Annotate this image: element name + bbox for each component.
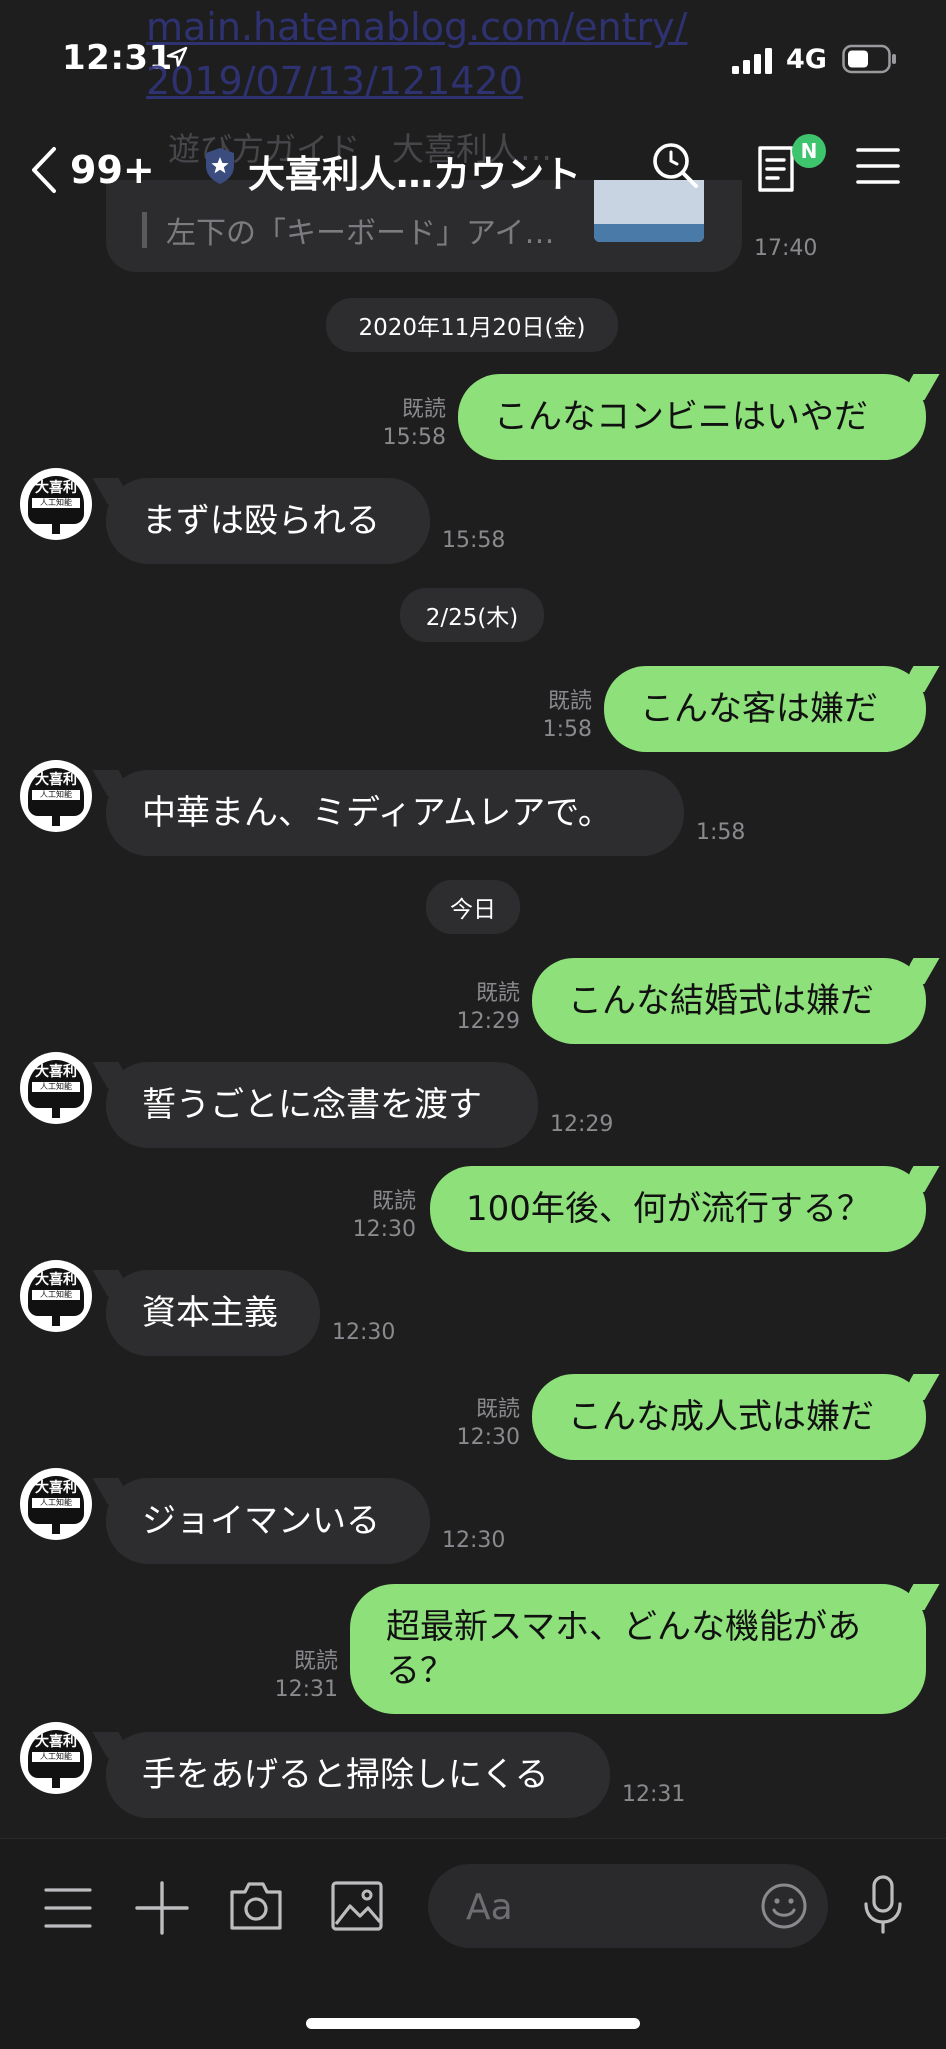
message-time: 12:29: [550, 1112, 614, 1137]
plus-icon[interactable]: [134, 1880, 190, 1936]
menu-icon[interactable]: [856, 146, 900, 186]
message-input-field[interactable]: [428, 1864, 828, 1948]
message-time: 12:30: [332, 1320, 396, 1345]
date-separator: 2020年11月20日(金): [326, 298, 618, 352]
bot-message-bubble[interactable]: ジョイマンいる: [106, 1478, 430, 1564]
read-receipt: 既読 15:58: [382, 397, 446, 450]
my-message-bubble[interactable]: 超最新スマホ、どんな機能があ る？: [350, 1584, 926, 1714]
bot-avatar[interactable]: 大喜利 人工知能: [20, 468, 92, 540]
menu-lines-icon[interactable]: [44, 1886, 92, 1930]
date-separator: 2/25(木): [400, 588, 544, 642]
message-time: 12:31: [622, 1782, 686, 1807]
my-message-bubble[interactable]: こんなコンビニはいやだ: [458, 374, 926, 460]
chevron-left-icon: [32, 147, 56, 193]
my-message-bubble[interactable]: こんな成人式は嫌だ: [532, 1374, 926, 1460]
date-separator: 今日: [426, 880, 520, 934]
message-input[interactable]: [464, 1878, 728, 1936]
message-time: 12:30: [442, 1528, 506, 1553]
camera-icon[interactable]: [228, 1880, 284, 1932]
background-url: main.hatenablog.com/entry/ 2019/07/13/12…: [146, 5, 688, 103]
bot-avatar[interactable]: 大喜利 人工知能: [20, 1052, 92, 1124]
home-indicator[interactable]: [306, 2018, 640, 2029]
my-message-bubble[interactable]: 100年後、何が流行する？: [430, 1166, 926, 1252]
read-receipt: 既読 1:58: [542, 689, 592, 742]
bot-avatar[interactable]: 大喜利 人工知能: [20, 1468, 92, 1540]
verified-shield-icon: [206, 148, 234, 184]
emoji-icon[interactable]: [760, 1882, 808, 1930]
battery-icon: [842, 44, 896, 74]
unread-count: 99+: [70, 148, 155, 192]
bot-message-bubble[interactable]: 手をあげると掃除しにくる: [106, 1732, 610, 1818]
image-icon[interactable]: [330, 1880, 384, 1932]
bot-message-bubble[interactable]: まずは殴られる: [106, 478, 430, 564]
message-time: 1:58: [696, 820, 746, 845]
bot-message-bubble[interactable]: 資本主義: [106, 1270, 320, 1356]
bot-avatar[interactable]: 大喜利 人工知能: [20, 1722, 92, 1794]
network-type: 4G: [786, 44, 827, 75]
bot-avatar[interactable]: 大喜利 人工知能: [20, 760, 92, 832]
new-badge: N: [792, 134, 826, 168]
read-receipt: 既読 12:30: [352, 1189, 416, 1242]
preview-quote-bar: [142, 212, 147, 248]
preview-text: 左下の「キーボード」アイ…: [166, 216, 555, 251]
cellular-signal-icon: [732, 48, 772, 74]
chat-title: 大喜利人…カウント: [248, 153, 581, 196]
my-message-bubble[interactable]: こんな客は嫌だ: [604, 666, 926, 752]
read-receipt: 既読 12:31: [274, 1649, 338, 1702]
read-receipt: 既読 12:29: [456, 981, 520, 1034]
microphone-icon[interactable]: [862, 1874, 904, 1936]
back-button[interactable]: 99+: [28, 140, 178, 200]
bot-avatar[interactable]: 大喜利 人工知能: [20, 1260, 92, 1332]
bot-message-bubble[interactable]: 誓うごとに念書を渡す: [106, 1062, 538, 1148]
bot-message-bubble[interactable]: 中華まん、ミディアムレアで。: [106, 770, 684, 856]
my-message-bubble[interactable]: こんな結婚式は嫌だ: [532, 958, 926, 1044]
preview-timestamp: 17:40: [754, 236, 818, 261]
message-time: 15:58: [442, 528, 506, 553]
search-icon[interactable]: [650, 140, 700, 190]
read-receipt: 既読 12:30: [456, 1397, 520, 1450]
